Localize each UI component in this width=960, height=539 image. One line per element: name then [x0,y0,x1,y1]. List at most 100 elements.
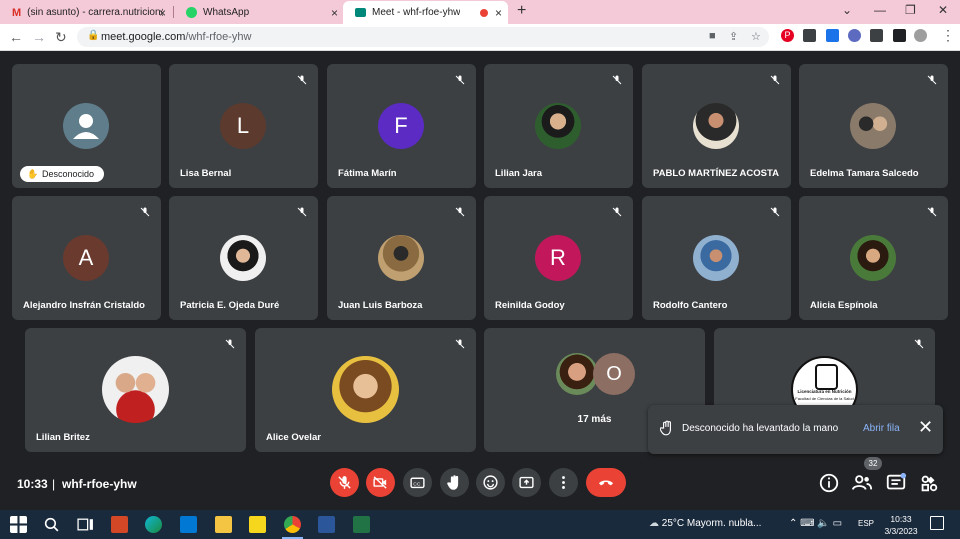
participant-tile[interactable]: ✋ Desconocido [12,64,161,188]
camera-toggle-button[interactable] [366,468,395,497]
participant-tile[interactable]: Lilian Jara [484,64,633,188]
forward-button[interactable]: → [32,29,46,45]
language-indicator[interactable]: ESP [858,519,874,528]
profile-photo [378,235,424,281]
mic-off-icon [770,75,780,85]
profile-avatar[interactable] [914,29,927,42]
bookmark-star-icon[interactable]: ☆ [751,30,761,43]
url-text[interactable]: meet.google.com/whf-rfoe-yhw [101,31,251,43]
participant-name: Fátima Marín [338,168,397,179]
system-clock[interactable]: 10:33 3/3/2023 [882,513,920,537]
notification-message: Desconocido ha levantado la mano [682,423,839,434]
open-queue-link[interactable]: Abrir fila [863,423,900,434]
back-button[interactable]: ← [9,29,23,45]
close-window-button[interactable]: ✕ [938,3,948,17]
participant-tile[interactable]: R Reinilda Godoy [484,196,633,320]
present-screen-button[interactable] [512,468,541,497]
meet-main: ✋ Desconocido L Lisa Bernal F Fátima Mar… [0,51,960,510]
mic-toggle-button[interactable] [330,468,359,497]
task-view-icon[interactable] [77,516,94,533]
side-panel-icon[interactable] [893,29,906,42]
profile-photo [332,356,399,423]
camera-icon[interactable]: ■ [709,30,716,42]
menu-kebab-icon[interactable]: ⋮ [941,27,955,44]
whatsapp-icon [186,7,197,18]
profile-photo [535,103,581,149]
file-explorer-icon[interactable] [215,516,232,533]
raise-hand-button[interactable] [440,468,469,497]
activities-icon[interactable] [918,472,940,494]
share-icon[interactable]: ⇪ [729,30,738,43]
people-icon[interactable] [851,472,873,494]
system-tray[interactable]: ⌃ ⌨ 🔈 ▭ [789,518,842,529]
restore-button[interactable]: ❐ [905,3,916,17]
windows-start-icon[interactable] [10,516,27,533]
close-icon[interactable]: ✕ [918,417,933,438]
participant-tile[interactable]: Juan Luis Barboza [327,196,476,320]
powerpoint-icon[interactable] [111,516,128,533]
participant-tile[interactable]: Alice Ovelar [255,328,476,452]
excel-icon[interactable] [353,516,370,533]
tab-gmail[interactable]: M (sin asunto) - carrera.nutricion@ × [0,1,172,24]
participant-tile[interactable]: Rodolfo Cantero [642,196,791,320]
more-options-button[interactable] [549,468,578,497]
participant-name: Lilian Britez [36,432,90,443]
tab-meet[interactable]: Meet - whf-rfoe-yhw × [343,1,508,24]
word-icon[interactable] [318,516,335,533]
tab-title: Meet - whf-rfoe-yhw [372,7,461,18]
gmail-icon: M [12,6,22,19]
weather-widget[interactable]: ☁ 25°C Mayorm. nubla... [649,518,761,529]
edge-icon[interactable] [145,516,162,533]
raised-hand-icon [660,420,671,436]
url-host: meet.google.com [101,31,186,43]
mail-icon[interactable] [180,516,197,533]
reload-button[interactable]: ↻ [55,29,67,46]
participant-tile[interactable]: A Alejandro Insfrán Cristaldo [12,196,161,320]
lock-icon[interactable]: 🔒 [87,30,99,41]
leave-call-button[interactable] [586,468,626,497]
omnibox[interactable]: 🔒 meet.google.com/whf-rfoe-yhw ■ ⇪ ☆ [77,27,769,47]
reactions-button[interactable] [476,468,505,497]
mic-off-icon [927,207,937,217]
participant-tile[interactable]: Alicia Espínola [799,196,948,320]
search-icon[interactable] [43,516,60,533]
participant-tile[interactable]: PABLO MARTÍNEZ ACOSTA [642,64,791,188]
chrome-icon[interactable] [282,516,303,539]
participant-name: Lisa Bernal [180,168,232,179]
tab-whatsapp[interactable]: WhatsApp × [174,1,344,24]
mic-off-icon [927,75,937,85]
meeting-clock: 10:33 [17,477,48,491]
close-tab-icon[interactable]: × [159,6,166,20]
browser-tab-bar: M (sin asunto) - carrera.nutricion@ × Wh… [0,0,960,24]
profile-photo [220,235,266,281]
pinterest-extension-icon[interactable]: P [781,29,794,42]
new-tab-button[interactable]: + [517,2,526,20]
clock-time: 10:33 [890,514,912,524]
participant-tile[interactable]: Lilian Britez [25,328,246,452]
participant-name: Lilian Jara [495,168,542,179]
avatar: R [535,235,581,281]
participant-tile[interactable]: L Lisa Bernal [169,64,318,188]
tab-search-icon[interactable]: ⌄ [842,3,852,17]
mic-off-icon [455,339,465,349]
minimize-button[interactable]: — [874,3,886,17]
close-tab-icon[interactable]: × [495,6,502,20]
raised-hand-icon: ✋ [27,169,39,179]
info-icon[interactable] [818,472,840,494]
separator: | [52,477,56,491]
close-tab-icon[interactable]: × [331,6,338,20]
participant-tile[interactable]: Edelma Tamara Salcedo [799,64,948,188]
participant-tile[interactable]: F Fátima Marín [327,64,476,188]
extension-icon[interactable] [803,29,816,42]
notification-center-icon[interactable] [930,516,944,530]
participant-tile[interactable]: Patricia E. Ojeda Duré [169,196,318,320]
gear-extension-icon[interactable] [848,29,861,42]
pen-extension-icon[interactable] [826,29,839,42]
more-vert-icon [562,476,565,489]
chat-icon[interactable] [885,472,907,494]
meet-icon [355,8,366,17]
puzzle-icon[interactable] [870,29,883,42]
captions-button[interactable]: CC [403,468,432,497]
sticky-notes-icon[interactable] [249,516,266,533]
logo-text: Facultad de Ciencias de la Salud [795,396,854,401]
